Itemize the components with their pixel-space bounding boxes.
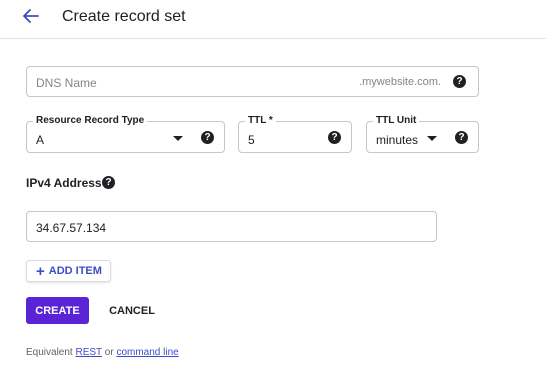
back-button[interactable]: [20, 7, 42, 29]
help-icon[interactable]: ?: [453, 75, 466, 88]
plus-icon: +: [36, 262, 45, 280]
ipv4-address-value: 34.67.57.134: [36, 221, 107, 235]
dns-name-field[interactable]: DNS Name .mywebsite.com. ?: [26, 66, 479, 97]
ipv4-address-heading: IPv4 Address: [26, 176, 102, 190]
help-icon[interactable]: ?: [455, 131, 468, 144]
dns-name-placeholder: DNS Name: [36, 76, 97, 90]
dns-suffix: .mywebsite.com.: [359, 76, 441, 88]
add-item-button[interactable]: + ADD ITEM: [26, 260, 111, 282]
command-line-link[interactable]: command line: [116, 347, 178, 358]
resource-record-type-label: Resource Record Type: [33, 115, 148, 126]
ttl-unit-label: TTL Unit: [373, 115, 420, 126]
create-record-set-page: Create record set DNS Name .mywebsite.co…: [0, 0, 556, 380]
chevron-down-icon: [173, 136, 183, 141]
rest-link[interactable]: REST: [75, 347, 102, 358]
ttl-unit-select[interactable]: TTL Unit minutes ?: [366, 115, 479, 153]
footer-prefix: Equivalent: [26, 347, 73, 358]
cancel-button[interactable]: CANCEL: [104, 297, 160, 324]
chevron-down-icon: [427, 136, 437, 141]
footer-or: or: [104, 347, 114, 358]
resource-record-type-value: A: [36, 133, 45, 147]
page-header: Create record set: [0, 0, 546, 39]
resource-record-type-select[interactable]: Resource Record Type A ?: [26, 115, 225, 153]
equivalent-footer: Equivalent REST or command line: [26, 347, 179, 358]
ttl-input[interactable]: TTL * 5 ?: [238, 115, 352, 153]
help-icon[interactable]: ?: [328, 131, 341, 144]
create-button[interactable]: CREATE: [26, 297, 89, 324]
ipv4-address-label: IPv4 Address: [26, 176, 102, 190]
arrow-back-icon: [23, 8, 39, 28]
add-item-label: ADD ITEM: [48, 265, 102, 277]
page-title: Create record set: [62, 8, 186, 25]
help-icon[interactable]: ?: [201, 131, 214, 144]
ttl-unit-value: minutes: [376, 133, 419, 147]
ttl-label: TTL *: [245, 115, 276, 126]
ttl-value: 5: [248, 133, 255, 147]
help-icon[interactable]: ?: [102, 176, 115, 189]
ipv4-address-input[interactable]: 34.67.57.134: [26, 211, 437, 242]
